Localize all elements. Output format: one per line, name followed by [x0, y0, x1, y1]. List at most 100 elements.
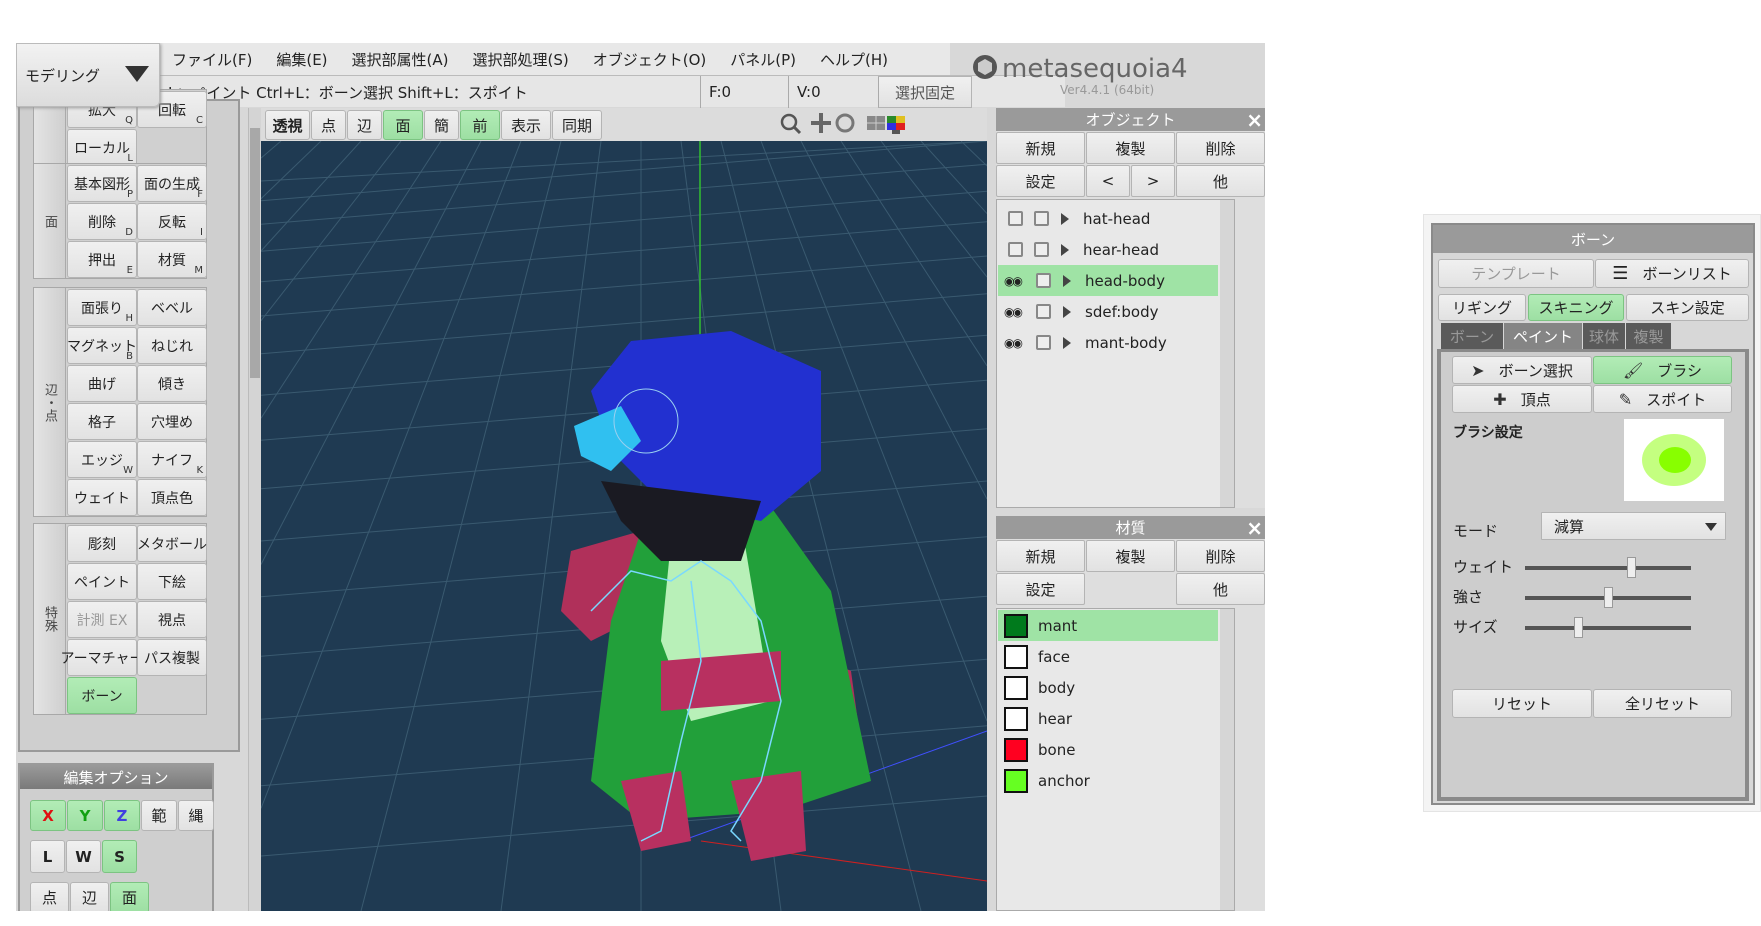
object_panel-button[interactable]: 他: [1176, 165, 1265, 197]
tool-button[interactable]: 下絵: [137, 563, 207, 600]
tool-button[interactable]: アーマチャー: [60, 639, 144, 676]
object-row[interactable]: ◉◉ sdef:body: [998, 296, 1218, 327]
tool-button[interactable]: ペイント: [67, 563, 137, 600]
range-button[interactable]: 範: [141, 800, 177, 831]
tool-button[interactable]: 押出 E: [67, 241, 137, 278]
tool-button[interactable]: 計測 EX: [67, 601, 137, 638]
menu-item[interactable]: パネル(P): [718, 49, 808, 70]
tool-3-button[interactable]: ✎ スポイト: [1593, 385, 1732, 413]
toolbar-scrollbar[interactable]: [248, 108, 261, 911]
object-row[interactable]: ◉◉ head-body: [998, 265, 1218, 296]
lock-checkbox[interactable]: [1036, 335, 1051, 350]
tool-button[interactable]: 材質 M: [137, 241, 207, 278]
visibility-checkbox[interactable]: [1008, 242, 1023, 257]
select-1-toggle[interactable]: 辺: [70, 882, 109, 911]
coord-l-toggle[interactable]: L: [30, 840, 65, 873]
lock-checkbox[interactable]: [1034, 242, 1049, 257]
material-color-swatch[interactable]: [1004, 675, 1028, 700]
material-color-swatch[interactable]: [1004, 706, 1028, 731]
material-list-scrollbar[interactable]: [1220, 609, 1234, 910]
view-button[interactable]: 点: [311, 110, 346, 140]
menu-item[interactable]: 選択部属性(A): [340, 49, 461, 70]
rope-button[interactable]: 縄: [178, 800, 214, 831]
tool-button[interactable]: ねじれ: [137, 327, 207, 364]
tool-button[interactable]: 削除 D: [67, 203, 137, 240]
coord-s-toggle[interactable]: S: [102, 840, 137, 873]
tool-button[interactable]: ローカル L: [67, 129, 137, 166]
menu-item[interactable]: 選択部処理(S): [461, 49, 581, 70]
view-button[interactable]: 簡: [424, 110, 459, 140]
slider-knob[interactable]: [1627, 557, 1637, 578]
tool-button[interactable]: 穴埋め: [137, 403, 207, 440]
material-row[interactable]: anchor: [998, 765, 1218, 796]
tool-button[interactable]: 彫刻: [67, 525, 137, 562]
scroll-thumb[interactable]: [250, 128, 260, 378]
object_panel-button[interactable]: 設定: [996, 165, 1085, 197]
tool-button[interactable]: ボーン: [67, 677, 137, 714]
visibility-checkbox[interactable]: [1008, 211, 1023, 226]
tool-button[interactable]: 基本図形 P: [67, 165, 137, 202]
tool-button[interactable]: ウェイト: [67, 479, 137, 516]
material_panel-button[interactable]: 削除: [1176, 540, 1265, 572]
tool-button[interactable]: 頂点色: [137, 479, 207, 516]
tool-button[interactable]: 面張り H: [67, 289, 137, 326]
pan-icon[interactable]: [811, 113, 831, 133]
view-button[interactable]: 前: [460, 110, 500, 140]
axis-y-toggle[interactable]: Y: [67, 800, 103, 831]
expand-arrow-icon[interactable]: [1061, 243, 1069, 256]
visibility-eyes-icon[interactable]: ◉◉: [1004, 305, 1025, 319]
view-button[interactable]: 面: [383, 110, 423, 140]
tool-0-button[interactable]: ➤ ボーン選択: [1452, 356, 1592, 384]
material-color-swatch[interactable]: [1004, 768, 1028, 793]
reset-all-button[interactable]: 全リセット: [1593, 689, 1732, 718]
material_panel-button[interactable]: 複製: [1086, 540, 1175, 572]
material-row[interactable]: mant: [998, 610, 1218, 641]
zoom-icon[interactable]: [780, 113, 802, 135]
menu-item[interactable]: ヘルプ(H): [808, 49, 900, 70]
select-2-toggle[interactable]: 面: [110, 882, 149, 911]
mode-selector[interactable]: モデリング: [16, 43, 160, 107]
visibility-eyes-icon[interactable]: ◉◉: [1004, 274, 1025, 288]
tab-1[interactable]: ペイント: [1504, 323, 1582, 349]
slider-0[interactable]: [1525, 557, 1691, 578]
view-button[interactable]: 表示: [501, 110, 551, 140]
menu-item[interactable]: ファイル(F): [160, 49, 264, 70]
tool-button[interactable]: パス複製: [137, 639, 207, 676]
lock-checkbox[interactable]: [1036, 304, 1051, 319]
object_panel-button[interactable]: 削除: [1176, 132, 1265, 164]
tool-button[interactable]: 曲げ: [67, 365, 137, 402]
material_panel-button[interactable]: 設定: [996, 573, 1085, 605]
object_panel-button[interactable]: >: [1131, 165, 1175, 197]
material-color-swatch[interactable]: [1004, 613, 1028, 638]
tool-button[interactable]: 反転 I: [137, 203, 207, 240]
tab-2[interactable]: 球体: [1583, 323, 1625, 349]
tool-button[interactable]: ナイフ K: [137, 441, 207, 478]
quad-view-icon[interactable]: [887, 116, 905, 134]
select-0-toggle[interactable]: 点: [30, 882, 69, 911]
object-row[interactable]: ◉◉ mant-body: [998, 327, 1218, 358]
tool-button[interactable]: 傾き: [137, 365, 207, 402]
lock-checkbox[interactable]: [1036, 273, 1051, 288]
bone-mode-2[interactable]: スキン設定: [1626, 294, 1749, 321]
bone-mode-0[interactable]: リギング: [1438, 294, 1526, 321]
object_panel-button[interactable]: 複製: [1086, 132, 1175, 164]
lock-checkbox[interactable]: [1034, 211, 1049, 226]
close-icon[interactable]: ×: [1246, 108, 1263, 132]
slider-2[interactable]: [1525, 617, 1691, 638]
tab-3[interactable]: 複製: [1626, 323, 1671, 349]
tool-2-button[interactable]: ✚ 頂点: [1452, 385, 1592, 413]
menu-item[interactable]: 編集(E): [264, 49, 339, 70]
view-button[interactable]: 辺: [347, 110, 382, 140]
menu-item[interactable]: オブジェクト(O): [581, 49, 719, 70]
material-row[interactable]: hear: [998, 703, 1218, 734]
tool-button[interactable]: エッジ W: [67, 441, 137, 478]
axis-x-toggle[interactable]: X: [30, 800, 66, 831]
material-color-swatch[interactable]: [1004, 737, 1028, 762]
object-list-scrollbar[interactable]: [1220, 200, 1234, 507]
bone-list-button[interactable]: ☰ ボーンリスト: [1595, 259, 1749, 288]
slider-1[interactable]: [1525, 587, 1691, 608]
view-button[interactable]: 同期: [552, 110, 602, 140]
material_panel-button[interactable]: 新規: [996, 540, 1085, 572]
material-color-swatch[interactable]: [1004, 644, 1028, 669]
tool-button[interactable]: ベベル: [137, 289, 207, 326]
